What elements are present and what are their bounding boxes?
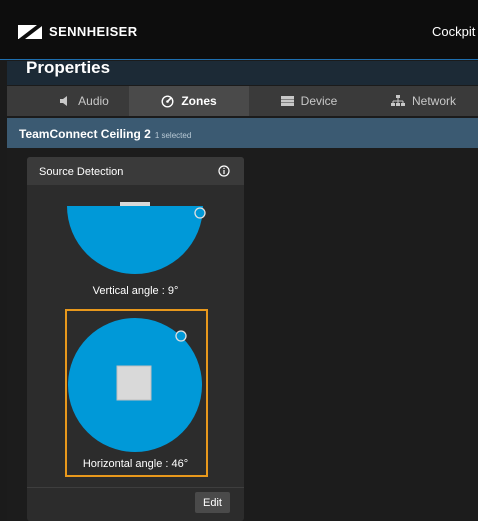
zones-gauge-icon (161, 94, 174, 108)
top-bar: SENNHEISER Cockpit (0, 0, 478, 60)
info-icon[interactable] (218, 165, 230, 177)
tab-zones-label: Zones (181, 94, 217, 108)
source-detection-panel: Source Detection Vertical angle : 9° Hor… (27, 157, 244, 521)
tab-device[interactable]: Device (249, 86, 369, 116)
tab-network-label: Network (411, 94, 456, 108)
ceiling-device-square (116, 365, 152, 401)
panel-title: Source Detection (39, 166, 124, 178)
selection-count: 1 selected (154, 131, 192, 140)
vertical-coverage-area (67, 206, 203, 274)
speaker-icon (59, 95, 71, 107)
tab-zones[interactable]: Zones (129, 86, 249, 116)
app-title: Cockpit (432, 24, 476, 39)
vertical-angle-view (67, 202, 206, 274)
brand-name: SENNHEISER (49, 24, 138, 39)
horizontal-angle-handle[interactable] (175, 330, 187, 342)
vertical-angle-label: Vertical angle : 9° (92, 285, 179, 297)
device-name: TeamConnect Ceiling 2 (19, 127, 151, 141)
device-name-wrap: TeamConnect Ceiling 21 selected (19, 127, 191, 141)
sennheiser-logo: SENNHEISER (18, 24, 138, 39)
tab-device-label: Device (300, 94, 338, 108)
network-icon (390, 95, 405, 107)
properties-tabs: Audio Zones Device Network (7, 86, 478, 116)
edit-button[interactable]: Edit (195, 492, 230, 513)
sennheiser-logo-mark-icon (18, 24, 42, 39)
device-selection-bar: TeamConnect Ceiling 21 selected (7, 118, 478, 148)
tab-audio[interactable]: Audio (39, 86, 129, 116)
tab-audio-label: Audio (78, 94, 109, 108)
ceiling-device-mark (120, 202, 150, 206)
tab-network[interactable]: Network (369, 86, 478, 116)
vertical-angle-handle[interactable] (194, 207, 206, 219)
horizontal-angle-label: Horizontal angle : 46° (82, 458, 189, 470)
panel-header: Source Detection (27, 157, 244, 185)
device-icon (280, 96, 294, 106)
horizontal-angle-view (68, 318, 202, 452)
properties-title: Properties (26, 58, 111, 77)
